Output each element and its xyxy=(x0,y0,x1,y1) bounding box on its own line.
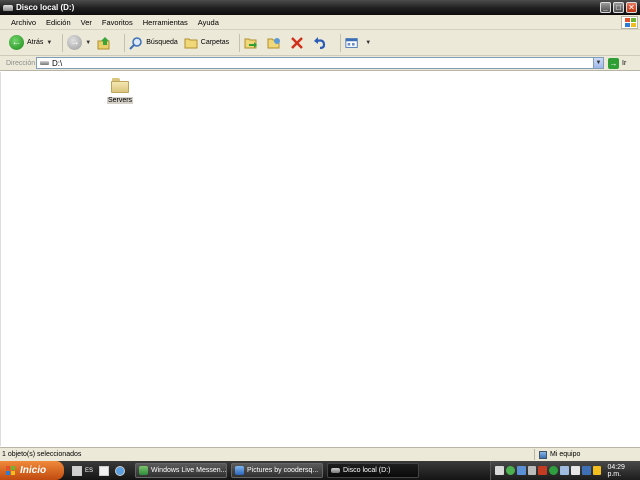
start-button[interactable]: Inicio xyxy=(0,461,64,480)
delete-button[interactable] xyxy=(290,36,307,50)
clock[interactable]: 04:29 p.m. xyxy=(607,464,640,478)
task-label: Disco local (D:) xyxy=(343,467,391,474)
monitor-icon[interactable] xyxy=(516,466,526,475)
messenger-icon xyxy=(139,466,149,475)
folder-icon xyxy=(184,36,198,50)
back-button[interactable]: ← Atrás ▼ xyxy=(9,35,52,50)
title-bar[interactable]: Disco local (D:) _ □ ✕ xyxy=(0,0,640,15)
task-label: Windows Live Messen... xyxy=(151,467,227,474)
forward-arrow-icon: → xyxy=(67,35,83,50)
undo-icon xyxy=(313,36,327,50)
task-explorer[interactable]: Disco local (D:) xyxy=(327,463,420,478)
my-computer-icon xyxy=(539,450,547,459)
windows-logo-icon xyxy=(621,16,638,29)
network-icon[interactable] xyxy=(495,466,504,475)
zone-label: Mi equipo xyxy=(550,451,581,458)
search-button[interactable]: Búsqueda xyxy=(129,36,178,50)
menu-edicion[interactable]: Edición xyxy=(41,18,76,27)
copy-to-icon xyxy=(267,36,281,50)
back-arrow-icon: ← xyxy=(9,35,24,50)
messenger-quicklaunch-icon[interactable] xyxy=(115,465,126,476)
task-messenger[interactable]: Windows Live Messen... xyxy=(135,463,228,478)
up-folder-icon xyxy=(97,36,111,50)
language-indicator[interactable]: ES xyxy=(85,468,93,474)
separator xyxy=(62,33,64,52)
show-desktop-icon[interactable] xyxy=(72,465,82,476)
drive-icon xyxy=(331,468,341,473)
separator xyxy=(340,33,342,52)
chevron-down-icon[interactable]: ▼ xyxy=(593,58,603,68)
address-bar: Dirección D:\ ▼ → Ir xyxy=(0,56,640,71)
back-label: Atrás xyxy=(27,39,44,46)
status-zone: Mi equipo xyxy=(534,449,640,460)
taskbar: Inicio ES Windows Live Messen... Picture… xyxy=(0,461,640,480)
forward-button[interactable]: → ▼ xyxy=(67,35,91,50)
toolbar: ← Atrás ▼ → ▼ Búsqueda Carpetas ▼ xyxy=(0,30,640,56)
chevron-down-icon[interactable]: ▼ xyxy=(46,40,52,46)
task-browser[interactable]: Pictures by coodersq... xyxy=(231,463,324,478)
security-icon[interactable] xyxy=(538,466,548,475)
go-label: Ir xyxy=(622,60,627,67)
copy-to-button[interactable] xyxy=(267,36,284,50)
folder-label: Servers xyxy=(106,97,134,104)
drive-icon xyxy=(3,4,13,11)
mail-icon[interactable] xyxy=(570,466,580,475)
minimize-button[interactable]: _ xyxy=(600,2,611,13)
address-label: Dirección xyxy=(6,59,36,67)
go-button[interactable]: → Ir xyxy=(608,58,626,69)
menu-favoritos[interactable]: Favoritos xyxy=(97,18,138,27)
menu-bar: Archivo Edición Ver Favoritos Herramient… xyxy=(0,15,640,30)
search-label: Búsqueda xyxy=(146,39,178,46)
separator xyxy=(239,33,241,52)
file-list[interactable]: Servers xyxy=(0,72,640,446)
maximize-button[interactable]: □ xyxy=(613,2,624,13)
folders-button[interactable]: Carpetas xyxy=(184,36,229,50)
menu-archivo[interactable]: Archivo xyxy=(6,18,41,27)
folders-label: Carpetas xyxy=(200,39,230,46)
delete-icon xyxy=(290,36,304,50)
start-label: Inicio xyxy=(20,465,47,476)
shield-icon[interactable] xyxy=(581,466,591,475)
drive-icon xyxy=(40,61,49,65)
window-title: Disco local (D:) xyxy=(16,3,75,12)
address-input[interactable]: D:\ ▼ xyxy=(36,57,604,69)
volume-icon[interactable] xyxy=(527,466,537,475)
wireless-icon[interactable] xyxy=(560,466,569,475)
undo-button[interactable] xyxy=(313,36,330,50)
chevron-down-icon[interactable]: ▼ xyxy=(365,40,371,46)
task-label: Pictures by coodersq... xyxy=(247,467,319,474)
menu-ayuda[interactable]: Ayuda xyxy=(193,18,224,27)
folder-item-servers[interactable]: Servers xyxy=(104,78,136,104)
folder-icon xyxy=(111,78,129,93)
chevron-down-icon[interactable]: ▼ xyxy=(85,40,91,46)
address-value: D:\ xyxy=(52,58,63,68)
search-icon xyxy=(129,36,143,50)
close-button[interactable]: ✕ xyxy=(626,2,637,13)
messenger-tray-icon[interactable] xyxy=(505,466,515,475)
go-arrow-icon: → xyxy=(608,58,619,69)
up-folder-button[interactable] xyxy=(97,36,114,50)
separator xyxy=(124,33,126,52)
system-tray: 04:29 p.m. xyxy=(490,461,640,480)
help-icon[interactable] xyxy=(99,465,110,476)
windows-flag-icon xyxy=(6,465,16,476)
views-button[interactable]: ▼ xyxy=(345,36,371,50)
move-to-button[interactable] xyxy=(244,36,261,50)
status-bar: 1 objeto(s) seleccionados Mi equipo xyxy=(0,447,640,461)
move-to-icon xyxy=(244,36,258,50)
menu-ver[interactable]: Ver xyxy=(76,18,97,27)
ie-icon xyxy=(235,466,245,475)
views-icon xyxy=(345,36,359,50)
update-icon[interactable] xyxy=(592,466,602,475)
menu-herramientas[interactable]: Herramientas xyxy=(138,18,193,27)
antivirus-icon[interactable] xyxy=(549,466,559,475)
